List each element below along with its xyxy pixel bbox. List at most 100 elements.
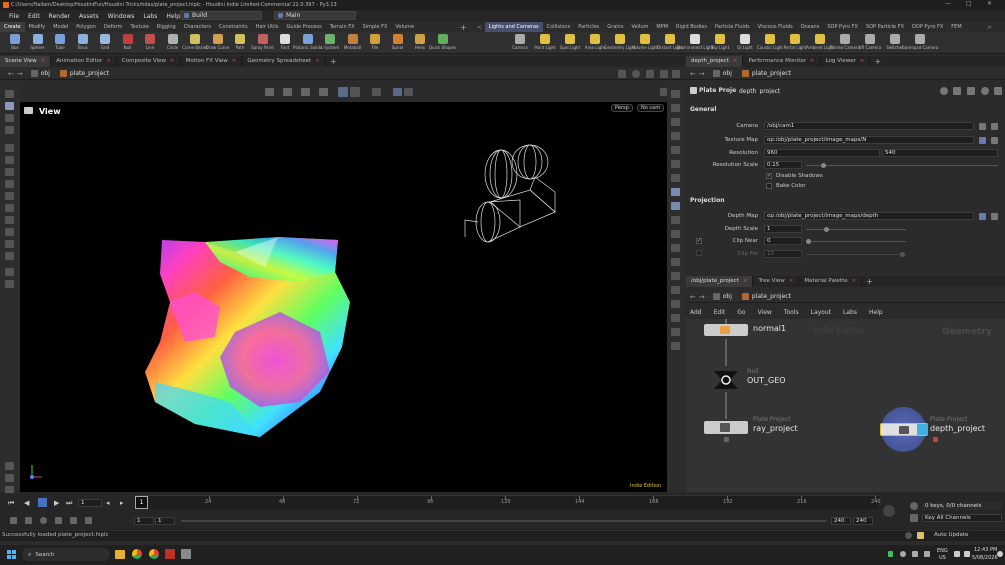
timeline-scrubber[interactable]: 1 24 48 72 96 120 144 168 192 216 240 <box>134 495 881 509</box>
tool-grid[interactable]: Grid <box>93 32 117 54</box>
clip-near-field[interactable]: 0 <box>764 237 802 245</box>
tool-sphere[interactable]: Sphere <box>26 32 50 54</box>
shelf-tab-modify[interactable]: Modify <box>25 22 50 32</box>
tool-geometry-light[interactable]: Geometry Light <box>604 32 636 54</box>
refresh-icon[interactable] <box>910 502 918 510</box>
home-view-icon[interactable] <box>5 474 14 482</box>
snap-icon[interactable] <box>5 240 14 248</box>
prim-numbers-icon[interactable] <box>671 160 680 168</box>
chrome-profile-icon[interactable] <box>149 549 159 559</box>
back-icon[interactable]: ← <box>690 293 696 301</box>
shelf-tab-particles[interactable]: Particles <box>574 22 603 32</box>
texture-map-select-icon[interactable] <box>991 137 998 144</box>
tool-volume-light[interactable]: Volume Light <box>632 32 658 54</box>
shelf-tab-dop-pyro-fx[interactable]: DOP Pyro FX <box>908 22 947 32</box>
visibility-icon[interactable] <box>671 244 680 252</box>
split-view-icon[interactable] <box>660 70 668 78</box>
path-obj[interactable]: obj <box>41 70 50 77</box>
tool-area-light[interactable]: Area Light <box>583 32 607 54</box>
tool-helix[interactable]: Helix <box>408 32 432 54</box>
handle-icon[interactable] <box>283 88 292 96</box>
shelf-tab-sop-pyro-fx[interactable]: SOP Pyro FX <box>823 22 862 32</box>
tool-gi-light[interactable]: GI Light <box>733 32 757 54</box>
tab-log-viewer[interactable]: Log Viewer × <box>821 56 871 67</box>
range-slider[interactable] <box>181 520 826 522</box>
close-tab-icon[interactable]: × <box>170 58 175 64</box>
back-icon[interactable]: ← <box>8 70 14 78</box>
disable-shadows-checkbox[interactable]: ✓ <box>766 173 772 179</box>
shading-icon[interactable] <box>393 88 402 96</box>
tool-spot-light[interactable]: Spot Light <box>558 32 582 54</box>
step-forward-icon[interactable]: ▸ <box>120 499 124 507</box>
region-label[interactable]: US <box>939 555 946 561</box>
close-tab-icon[interactable]: × <box>232 58 237 64</box>
current-frame-field[interactable]: 1 <box>78 499 102 507</box>
tool-portal-light[interactable]: Portal Light <box>783 32 807 54</box>
shelf-tab-volume[interactable]: Volume <box>391 22 418 32</box>
step-back-icon[interactable]: ◂ <box>106 499 110 507</box>
camera-select-icon[interactable] <box>979 123 986 130</box>
tool-line[interactable]: Line <box>138 32 162 54</box>
close-tab-icon[interactable]: × <box>106 58 111 64</box>
lock-view-icon[interactable] <box>5 462 14 470</box>
notification-icon[interactable] <box>997 551 1003 557</box>
node-depth-project[interactable] <box>880 423 928 436</box>
tool-vr-camera[interactable]: VR Camera <box>858 32 882 54</box>
loop-icon[interactable] <box>40 517 47 524</box>
light-icon[interactable] <box>5 204 14 212</box>
end-frame-field[interactable]: 240 <box>831 517 851 525</box>
path-obj[interactable]: obj <box>723 293 732 300</box>
camera-browse-icon[interactable] <box>991 123 998 130</box>
network-menu-item[interactable]: Tools <box>784 309 799 316</box>
scale-icon[interactable] <box>5 126 14 134</box>
clock-time[interactable]: 12:43 PM <box>974 547 997 553</box>
network-menu-item[interactable]: Add <box>690 309 702 316</box>
tool-font[interactable]: Font <box>273 32 297 54</box>
flipbook-icon[interactable] <box>5 268 14 276</box>
jump-end-icon[interactable]: ⏭ <box>66 499 72 508</box>
wifi-icon[interactable] <box>954 551 960 557</box>
close-tab-icon[interactable]: × <box>733 58 738 64</box>
display-points-icon[interactable] <box>671 118 680 126</box>
tool-gamepad-camera[interactable]: Gamepad Camera <box>902 32 938 54</box>
tab-performance-monitor[interactable]: Performance Monitor × <box>743 56 821 67</box>
bake-color-checkbox[interactable] <box>766 183 772 189</box>
display-mode-icon[interactable] <box>350 87 360 97</box>
viewport-menu-icon[interactable] <box>660 88 667 96</box>
path-plate-project[interactable]: plate_project <box>752 70 791 77</box>
realtime-icon[interactable] <box>10 517 17 524</box>
fps-icon[interactable] <box>55 517 62 524</box>
tumble-icon[interactable] <box>301 88 310 96</box>
pivot-icon[interactable] <box>5 216 14 224</box>
network-editor[interactable]: Indie Edition Geometry normal1 Null OUT_… <box>686 319 1005 492</box>
tool-environment-light[interactable]: Environment Light <box>677 32 713 54</box>
settings-icon[interactable] <box>994 87 1002 95</box>
clip-far-knob[interactable] <box>900 252 905 257</box>
tool-distant-light[interactable]: Distant Light <box>657 32 683 54</box>
menu-help[interactable]: Help <box>166 13 180 20</box>
display-flag-icon[interactable] <box>917 424 928 435</box>
menu-edit[interactable]: Edit <box>28 13 40 20</box>
audio-icon[interactable] <box>25 517 32 524</box>
dolly-icon[interactable] <box>319 88 328 96</box>
app-taskbar-icon[interactable] <box>181 549 191 559</box>
close-tab-icon[interactable]: × <box>315 58 320 64</box>
tool-quick-shapes[interactable]: Quick Shapes <box>429 32 456 54</box>
global-anim-icon[interactable] <box>85 517 92 524</box>
jump-start-icon[interactable]: ⏮ <box>8 499 14 508</box>
maximize-pane-icon[interactable] <box>672 70 680 78</box>
close-tab-icon[interactable]: × <box>860 58 865 64</box>
menu-windows[interactable]: Windows <box>108 13 135 20</box>
node-normal1[interactable] <box>704 324 748 336</box>
tab-composite-view[interactable]: Composite View × <box>117 56 181 67</box>
resolution-scale-field[interactable]: 0.15 <box>764 161 802 169</box>
help-icon[interactable] <box>953 87 961 95</box>
minimize-button[interactable]: — <box>945 0 951 7</box>
bounding-box-icon[interactable] <box>671 300 680 308</box>
pose-icon[interactable] <box>5 156 14 164</box>
tab-depth-project[interactable]: depth_project × <box>686 56 744 67</box>
shelf-tab-oceans[interactable]: Oceans <box>797 22 824 32</box>
shelf-tab-constraints[interactable]: Constraints <box>215 22 252 32</box>
desktop-build-select[interactable]: Build <box>180 11 262 20</box>
tab-tree-view[interactable]: Tree View × <box>753 276 800 287</box>
